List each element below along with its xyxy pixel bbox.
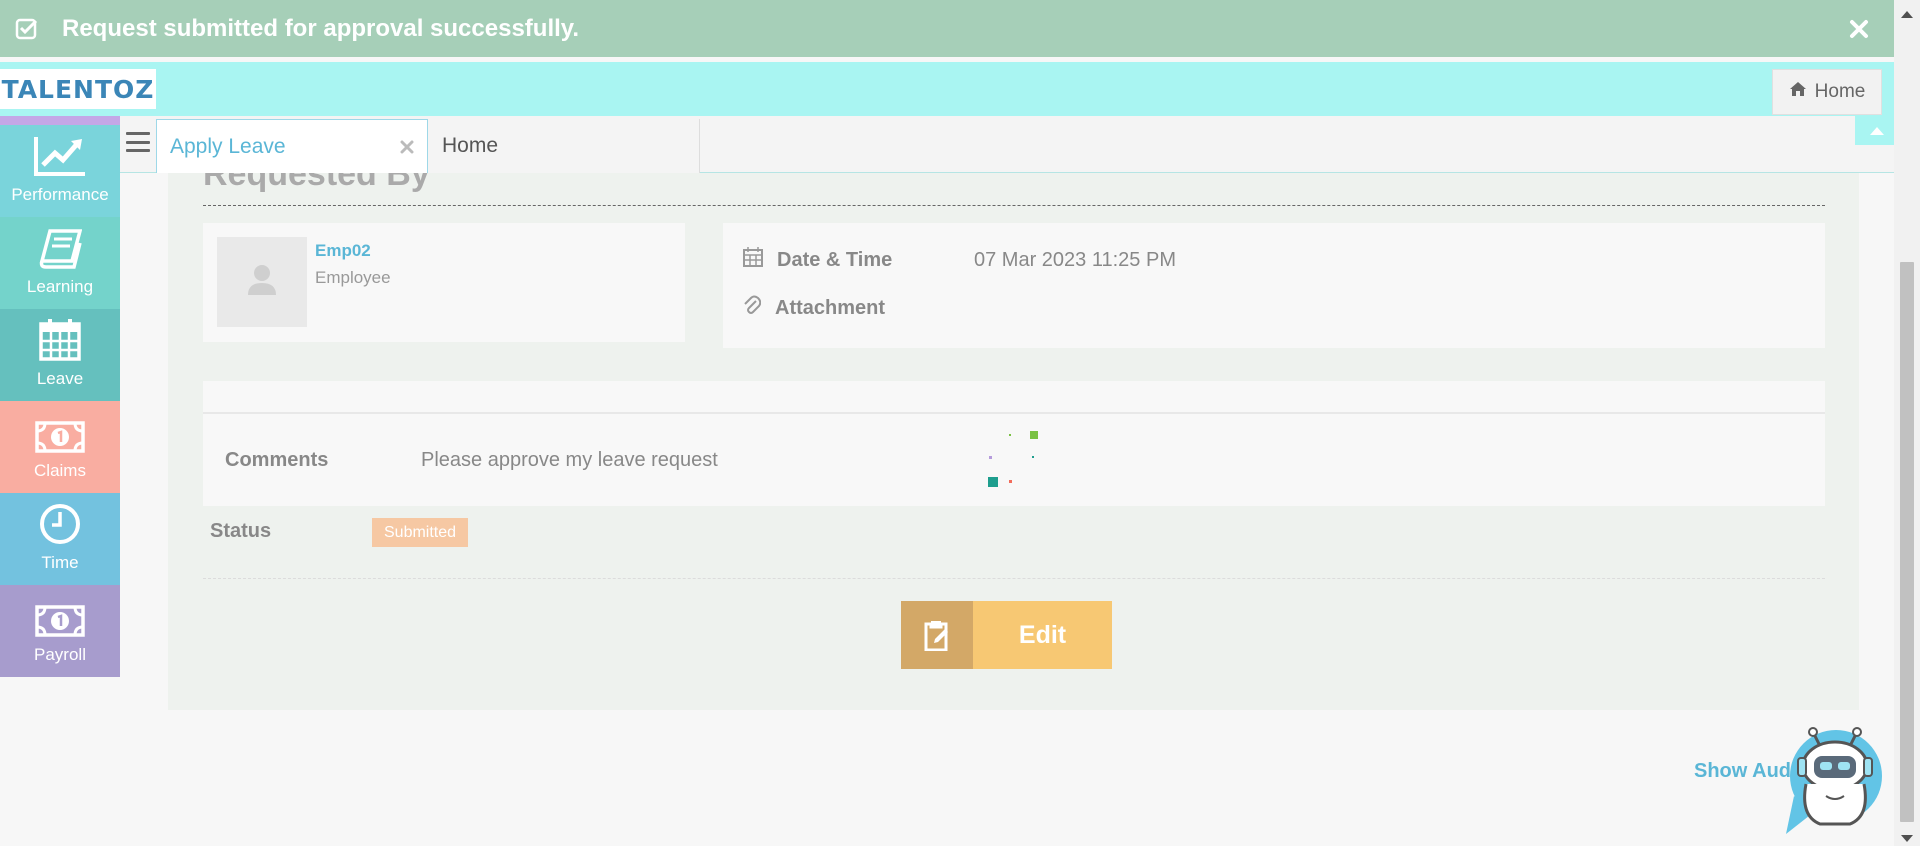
success-notification: Request submitted for approval successfu…	[0, 0, 1894, 57]
sidebar-item-claims[interactable]: Claims	[0, 401, 120, 493]
calendar-icon	[743, 247, 763, 273]
request-meta-card: Date & Time 07 Mar 2023 11:25 PM Attachm…	[723, 223, 1825, 348]
comments-label: Comments	[225, 449, 329, 471]
sidebar-item-label: Performance	[11, 185, 109, 204]
status-badge: Submitted	[372, 518, 469, 547]
paperclip-icon	[743, 295, 762, 321]
comments-divider	[203, 412, 1825, 414]
tab-label: Home	[442, 134, 499, 157]
datetime-label: Date & Time	[777, 248, 893, 271]
logo-text: TALENTOZ	[1, 74, 155, 104]
avatar	[217, 237, 307, 327]
chatbot-icon[interactable]	[1780, 724, 1884, 840]
employee-role: Employee	[315, 268, 391, 287]
notification-message: Request submitted for approval successfu…	[62, 14, 580, 42]
talentoz-logo[interactable]: TALENTOZ	[0, 69, 156, 109]
sidebar-item-label: Time	[41, 553, 79, 572]
sidebar-item-performance[interactable]: Performance	[0, 125, 120, 217]
sidebar-item-label: Payroll	[34, 645, 86, 664]
status-label: Status	[210, 520, 272, 542]
sidebar-item-payroll[interactable]: Payroll	[0, 585, 120, 677]
tab-home[interactable]: Home	[428, 119, 700, 173]
edit-button-label: Edit	[973, 601, 1112, 669]
sidebar-item-label: Claims	[34, 461, 86, 480]
menu-icon[interactable]	[126, 130, 150, 154]
chevron-up-icon	[1870, 122, 1884, 140]
request-panel: Requested By Emp02 Employee Date & Time …	[168, 160, 1859, 710]
tab-bar: Apply Leave Home	[120, 116, 1894, 173]
close-icon[interactable]	[399, 139, 415, 155]
calendar-icon	[38, 317, 82, 361]
edit-button[interactable]: Edit	[901, 601, 1112, 669]
scrollbar-thumb[interactable]	[1900, 262, 1914, 822]
top-header: TALENTOZ Home	[0, 62, 1894, 116]
tab-label: Apply Leave	[170, 134, 286, 158]
tab-apply-leave[interactable]: Apply Leave	[156, 119, 428, 173]
sidebar-item-leave[interactable]: Leave	[0, 309, 120, 401]
attachment-row: Attachment	[743, 295, 885, 321]
loading-spinner	[988, 430, 1040, 490]
money-icon	[35, 421, 85, 453]
page-scrollbar[interactable]	[1894, 0, 1920, 846]
book-icon	[38, 229, 82, 269]
sidebar-item-label: Leave	[36, 369, 84, 388]
datetime-row: Date & Time 07 Mar 2023 11:25 PM	[743, 247, 1176, 273]
sidebar-top-strip	[0, 116, 120, 125]
chart-line-icon	[33, 135, 87, 177]
datetime-value: 07 Mar 2023 11:25 PM	[974, 248, 1176, 271]
money-icon	[35, 605, 85, 637]
attachment-label: Attachment	[775, 296, 886, 319]
sidebar-item-learning[interactable]: Learning	[0, 217, 120, 309]
sidebar-item-label: Learning	[26, 277, 94, 296]
employee-name-link[interactable]: Emp02	[315, 241, 371, 261]
collapse-header-button[interactable]	[1855, 116, 1899, 145]
home-button-label: Home	[1814, 81, 1866, 102]
sidebar: Performance Learning Leave Claims Time P…	[0, 116, 120, 677]
clock-icon	[39, 503, 81, 545]
user-icon	[247, 264, 277, 301]
sidebar-item-time[interactable]: Time	[0, 493, 120, 585]
employee-card: Emp02 Employee	[203, 223, 685, 342]
home-icon	[1789, 81, 1807, 103]
close-icon[interactable]	[1846, 16, 1872, 42]
scroll-down-icon[interactable]	[1901, 830, 1913, 846]
scroll-up-icon[interactable]	[1901, 5, 1913, 23]
check-square-icon	[14, 16, 40, 42]
divider	[203, 578, 1825, 579]
home-button[interactable]: Home	[1772, 69, 1882, 115]
clipboard-edit-icon	[901, 601, 973, 669]
comments-value: Please approve my leave request	[421, 449, 718, 471]
